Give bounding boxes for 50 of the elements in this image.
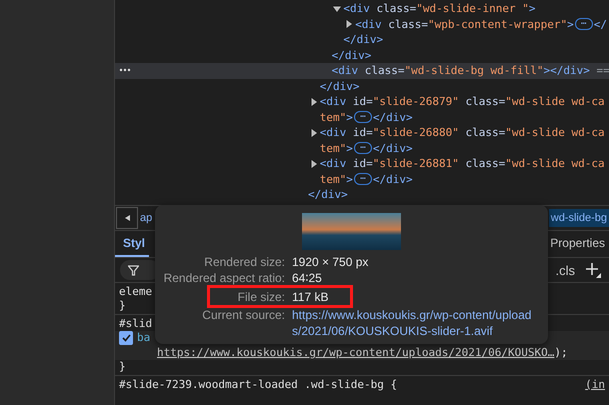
info-label: Current source: <box>201 307 285 324</box>
caret-right-icon[interactable] <box>310 160 318 168</box>
code-line[interactable]: tem"> ⋯ </div> <box>115 140 609 156</box>
breadcrumb-item[interactable]: ap <box>138 209 154 227</box>
check-icon <box>122 334 130 342</box>
source-link[interactable]: (in <box>585 378 605 391</box>
code-line[interactable]: tem"> ⋯ </div> <box>115 172 609 187</box>
caret-down-icon[interactable] <box>333 4 342 13</box>
closing-brace: } <box>119 299 126 312</box>
property-name: ba <box>137 331 150 344</box>
code-line[interactable]: </div> <box>115 48 609 63</box>
info-label: Rendered size: <box>203 254 285 270</box>
plus-icon[interactable] <box>585 262 601 278</box>
collapsed-content-button[interactable]: ⋯ <box>354 142 372 154</box>
caret-left-icon <box>124 215 130 221</box>
checkbox[interactable] <box>119 330 133 345</box>
code-line[interactable]: <div id="slide-26881" class="wd-slide wd-ca <box>115 156 609 172</box>
code-line[interactable]: </div> <box>115 187 609 202</box>
info-value: 117 kB <box>292 289 328 305</box>
rule-selector: #slid <box>119 316 152 330</box>
panel-tab[interactable]: Styl <box>115 231 150 257</box>
code-line[interactable]: </div> <box>115 78 609 94</box>
breadcrumb-item[interactable]: wd-slide-bg <box>548 209 609 227</box>
rule-selector: #slide-7239.woodmart-loaded .wd-slide-bg { <box>119 378 398 391</box>
collapsed-content-button[interactable]: ⋯ <box>354 111 372 124</box>
cls-button[interactable]: .cls <box>556 262 575 278</box>
code-line[interactable]: <div id="slide-26879" class="wd-slide wd-ca <box>115 94 609 110</box>
collapsed-content-button[interactable]: ⋯ <box>354 173 372 186</box>
info-value: 1920 × 750 px <box>292 254 368 270</box>
collapsed-content-button[interactable]: ⋯ <box>574 18 593 30</box>
more-dots-icon[interactable] <box>119 68 131 72</box>
code-line[interactable]: <div class="wd-slide-inner "> <box>115 1 609 16</box>
code-line[interactable]: <div class="wpb-content-wrapper"> ⋯ </ <box>115 16 609 32</box>
info-label: File size: <box>236 289 285 305</box>
declaration-end: ); <box>554 346 568 359</box>
rule-selector: eleme <box>119 284 152 298</box>
code-line[interactable]: <div id="slide-26880" class="wd-slide wd-ca <box>115 125 609 140</box>
caret-right-icon[interactable] <box>310 98 318 106</box>
code-line[interactable]: tem"> ⋯ </div> <box>115 110 609 125</box>
info-label: Rendered aspect ratio: <box>162 270 285 286</box>
info-value: 64∶25 <box>292 270 322 286</box>
url-link[interactable]: https://www.kouskoukis.gr/wp-content/uploads/2021/06/KOUSKO… <box>157 346 554 359</box>
caret-right-icon[interactable] <box>345 20 354 28</box>
code-line[interactable]: </div> <box>115 32 609 48</box>
filter-icon <box>128 264 139 276</box>
panel-tab[interactable]: Properties <box>542 231 609 257</box>
closing-brace: } <box>119 360 126 374</box>
source-link[interactable]: https://www.kouskoukis.gr/wp-content/uploads/2021/06/KOUSKOUKIS-slider-1.avif <box>292 307 532 339</box>
scroll-left-button[interactable] <box>116 207 138 229</box>
caret-right-icon[interactable] <box>310 128 318 137</box>
